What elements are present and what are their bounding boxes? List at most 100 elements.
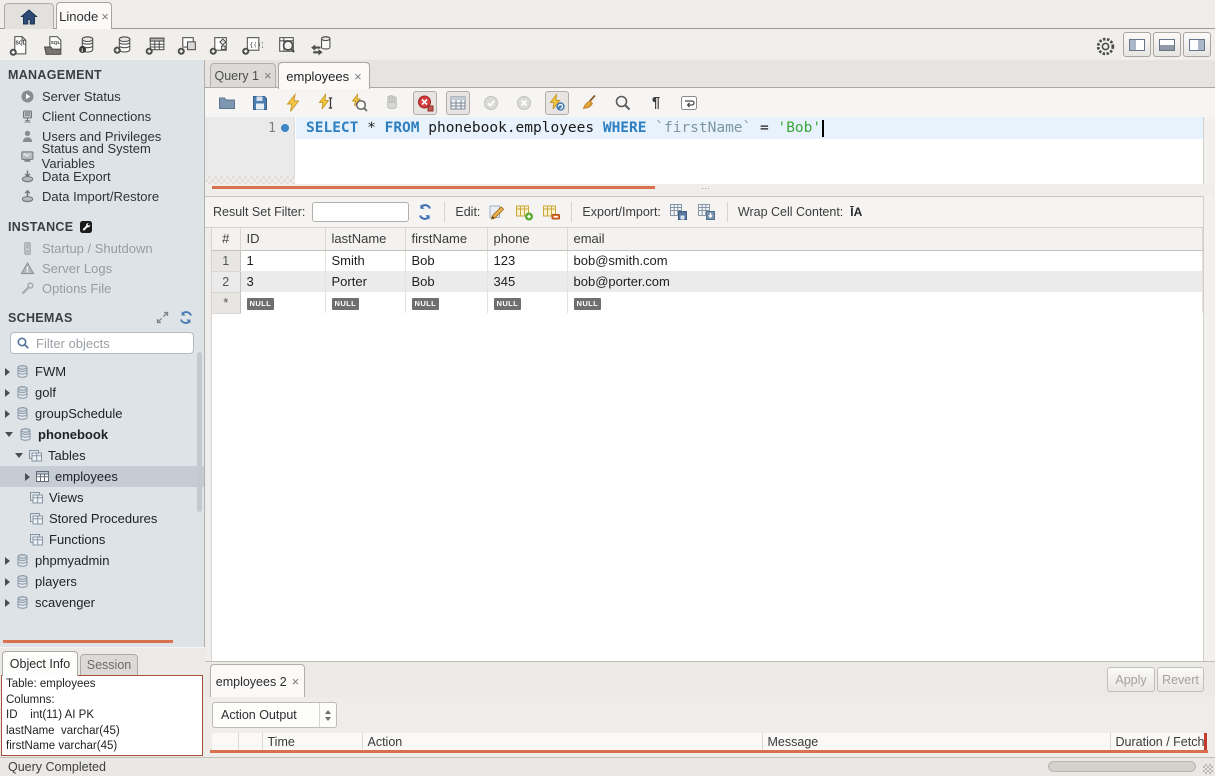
delete-row-icon[interactable] (541, 202, 561, 222)
expander-expanded-icon[interactable] (5, 432, 13, 437)
output-selector[interactable]: Action Output (212, 702, 337, 728)
column-header-lastname[interactable]: lastName (325, 228, 405, 250)
tree-item-schema[interactable]: groupSchedule (0, 403, 204, 424)
table-row[interactable]: 2 3 Porter Bob 345 bob@porter.com (212, 271, 1203, 292)
toggle-bottom-panel-button[interactable] (1153, 32, 1181, 57)
inspect-database-button[interactable]: i (74, 32, 100, 58)
sidebar-item-server-logs[interactable]: Server Logs (0, 258, 204, 278)
apply-button[interactable]: Apply (1107, 667, 1155, 692)
create-function-button[interactable]: {()} (238, 32, 264, 58)
toggle-stop-on-error-button[interactable] (413, 91, 437, 115)
refresh-results-icon[interactable] (416, 203, 434, 221)
cell-null[interactable]: NULL (567, 292, 1203, 313)
tab-session[interactable]: Session (80, 654, 138, 676)
expander-collapsed-icon[interactable] (5, 557, 10, 565)
sql-editor[interactable]: 1 SELECT * FROM phonebook.employees WHER… (205, 117, 1203, 184)
search-data-button[interactable] (273, 32, 299, 58)
toggle-left-sidebar-button[interactable] (1123, 32, 1151, 57)
column-header-email[interactable]: email (567, 228, 1203, 250)
cell-phone[interactable]: 123 (487, 250, 567, 271)
column-header-message[interactable]: Message (762, 733, 1110, 750)
cell-phone[interactable]: 345 (487, 271, 567, 292)
open-sql-script-button[interactable]: SQL (40, 32, 66, 58)
horizontal-scrollbar[interactable] (1048, 761, 1196, 772)
output-selector-stepper[interactable] (319, 703, 336, 727)
reconnect-dbms-button[interactable] (307, 32, 333, 58)
column-header-phone[interactable]: phone (487, 228, 567, 250)
close-icon[interactable]: × (264, 69, 272, 82)
tab-employees-2[interactable]: employees 2 × (210, 664, 305, 698)
toggle-autocommit-button[interactable] (545, 91, 569, 115)
toggle-word-wrap-button[interactable] (677, 91, 701, 115)
cell-firstname[interactable]: Bob (405, 250, 487, 271)
sidebar-item-client-connections[interactable]: Client Connections (0, 106, 204, 126)
expander-collapsed-icon[interactable] (5, 578, 10, 586)
home-tab[interactable] (4, 3, 54, 29)
create-table-button[interactable] (142, 32, 168, 58)
cell-firstname[interactable]: Bob (405, 271, 487, 292)
sidebar-item-options-file[interactable]: Options File (0, 278, 204, 298)
column-header-id[interactable]: ID (240, 228, 325, 250)
sidebar-item-server-status[interactable]: Server Status (0, 86, 204, 106)
tree-item-schema[interactable]: FWM (0, 361, 204, 382)
sidebar-scrollbar[interactable] (197, 352, 202, 512)
create-view-button[interactable] (174, 32, 200, 58)
connection-tab[interactable]: Linode × (56, 2, 112, 29)
schema-filter-input[interactable] (36, 336, 193, 351)
cell-email[interactable]: bob@smith.com (567, 250, 1203, 271)
expander-collapsed-icon[interactable] (5, 368, 10, 376)
tree-item-schema[interactable]: players (0, 571, 204, 592)
cell-lastname[interactable]: Smith (325, 250, 405, 271)
cell-id[interactable]: 3 (240, 271, 325, 292)
column-header-firstname[interactable]: firstName (405, 228, 487, 250)
new-row-placeholder[interactable]: * NULL NULL NULL NULL NULL (212, 292, 1203, 313)
tree-item-stored-procedures-folder[interactable]: Stored Procedures (0, 508, 204, 529)
tab-object-info[interactable]: Object Info (2, 651, 78, 676)
editor-results-splitter[interactable]: ⋯ (205, 184, 1215, 196)
insert-row-icon[interactable] (514, 202, 534, 222)
tree-item-functions-folder[interactable]: Functions (0, 529, 204, 550)
tree-item-schema[interactable]: golf (0, 382, 204, 403)
splitter-handle[interactable]: ⋯ (701, 183, 711, 194)
cell-lastname[interactable]: Porter (325, 271, 405, 292)
create-procedure-button[interactable] (206, 32, 232, 58)
expander-collapsed-icon[interactable] (5, 410, 10, 418)
resize-grip[interactable] (1203, 764, 1213, 774)
sidebar-item-startup-shutdown[interactable]: Startup / Shutdown (0, 238, 204, 258)
tree-item-views-folder[interactable]: Views (0, 487, 204, 508)
sql-statement[interactable]: SELECT * FROM phonebook.employees WHERE … (306, 117, 824, 139)
column-header-time[interactable]: Time (262, 733, 362, 750)
toggle-invisible-chars-button[interactable]: ¶ (644, 91, 668, 115)
limit-rows-button[interactable] (446, 91, 470, 115)
new-sql-tab-button[interactable]: SQL (6, 32, 32, 58)
tree-item-schema[interactable]: scavenger (0, 592, 204, 613)
explain-query-button[interactable] (347, 91, 371, 115)
close-icon[interactable]: × (292, 675, 300, 688)
cell-null[interactable]: NULL (325, 292, 405, 313)
edit-record-icon[interactable] (487, 202, 507, 222)
tree-item-tables-folder[interactable]: Tables (0, 445, 204, 466)
cell-email[interactable]: bob@porter.com (567, 271, 1203, 292)
toggle-right-sidebar-button[interactable] (1183, 32, 1211, 57)
rollback-button[interactable] (512, 91, 536, 115)
column-header-action[interactable]: Action (362, 733, 762, 750)
tree-item-schema-phonebook[interactable]: phonebook (0, 424, 204, 445)
expander-collapsed-icon[interactable] (25, 473, 30, 481)
sidebar-item-system-variables[interactable]: Status and System Variables (0, 146, 204, 166)
cell-null[interactable]: NULL (240, 292, 325, 313)
tree-item-schema[interactable]: phpmyadmin (0, 550, 204, 571)
column-header-duration[interactable]: Duration / Fetch (1110, 733, 1205, 750)
table-row[interactable]: 1 1 Smith Bob 123 bob@smith.com (212, 250, 1203, 271)
tree-item-table-employees[interactable]: employees (0, 466, 204, 487)
cell-null[interactable]: NULL (487, 292, 567, 313)
result-filter-input[interactable] (312, 202, 409, 222)
tab-employees[interactable]: employees × (278, 62, 370, 89)
export-recordset-icon[interactable] (668, 202, 689, 222)
refresh-schemas-icon[interactable] (178, 310, 194, 325)
execute-statement-button[interactable] (314, 91, 338, 115)
cell-null[interactable]: NULL (405, 292, 487, 313)
revert-button[interactable]: Revert (1157, 667, 1204, 692)
column-header-rownum[interactable]: # (212, 228, 240, 250)
open-script-button[interactable] (215, 91, 239, 115)
expander-collapsed-icon[interactable] (5, 389, 10, 397)
